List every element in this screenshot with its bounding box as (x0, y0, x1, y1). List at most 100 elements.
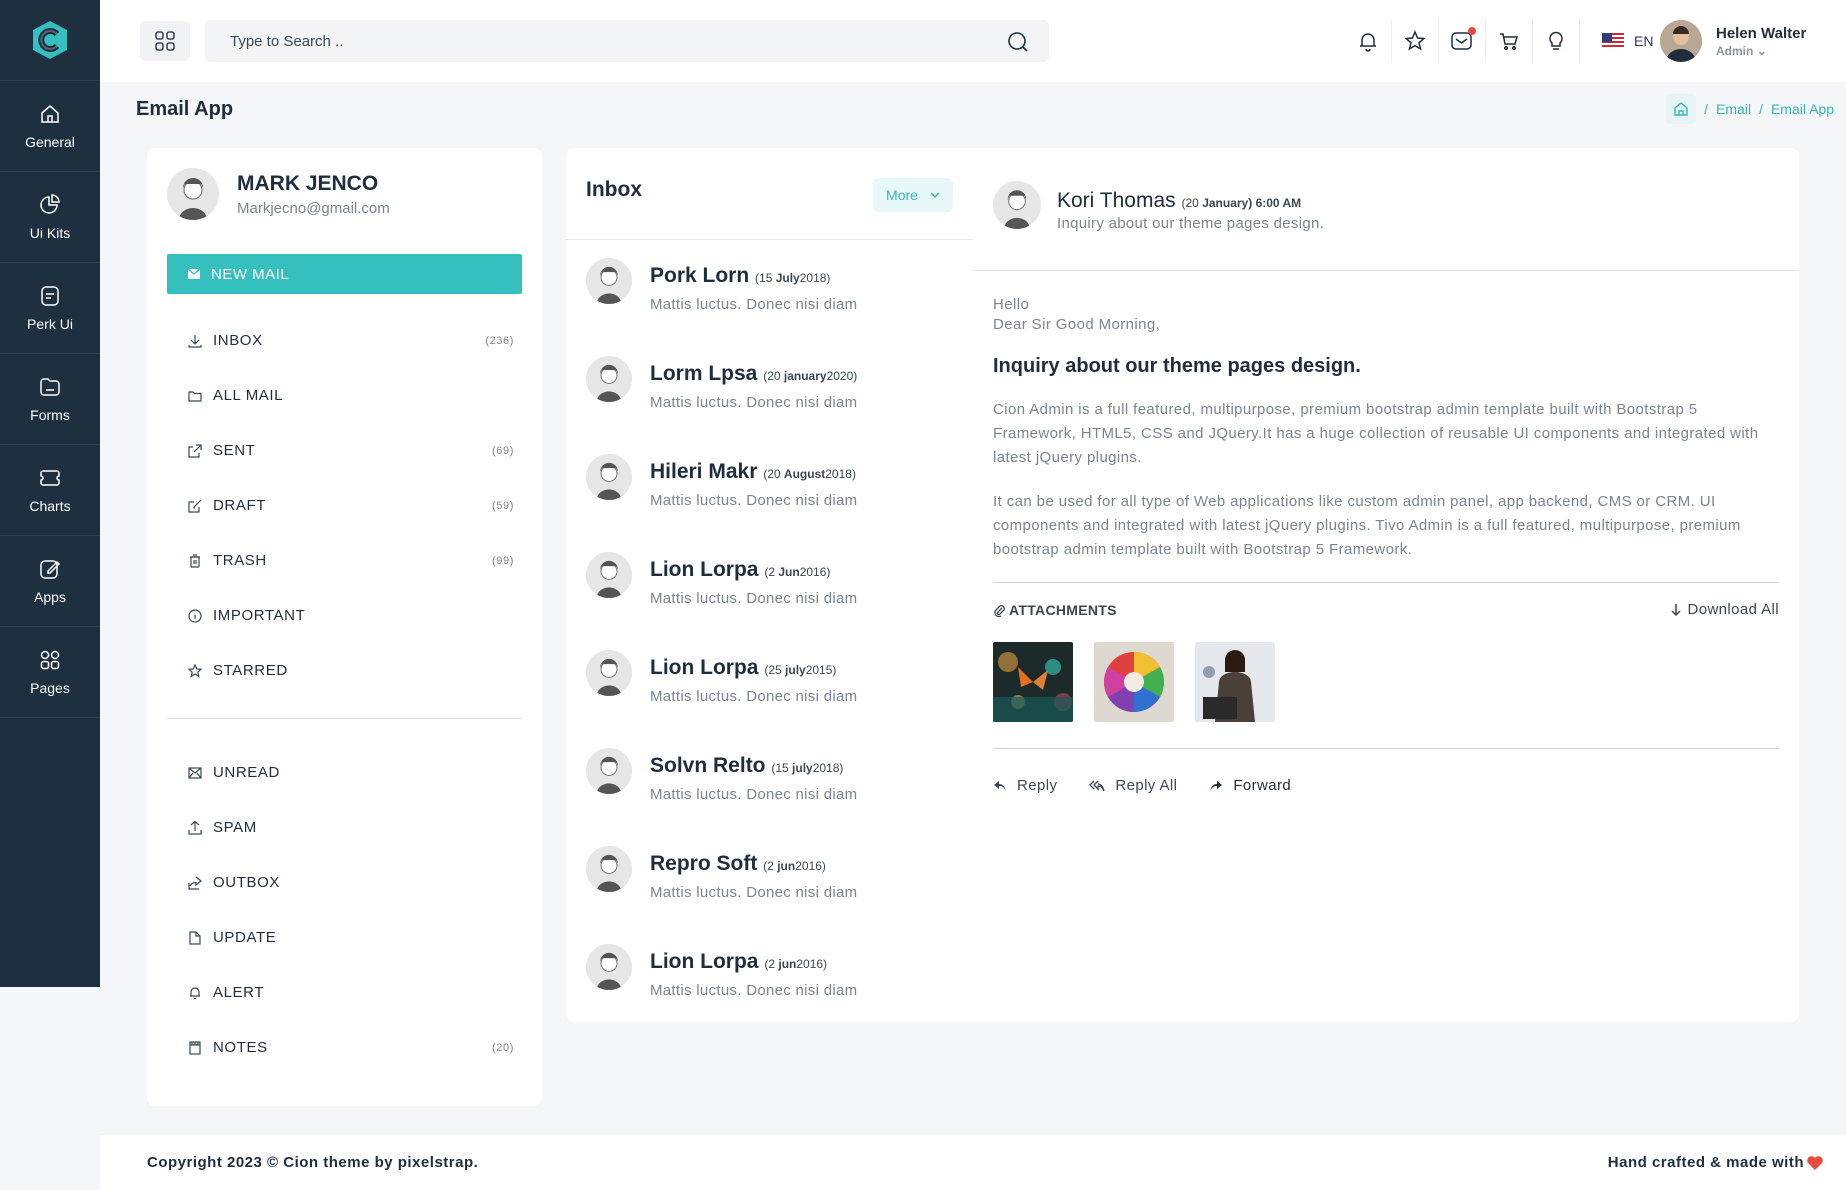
sender-name: Kori Thomas (1057, 189, 1176, 212)
folder-all-mail[interactable]: ALL MAIL (167, 368, 522, 423)
folder-update[interactable]: UPDATE (167, 910, 522, 965)
attachment-office-photo[interactable] (1195, 642, 1275, 722)
sidebar-item-label: Perk Ui (27, 316, 73, 332)
folder-spam[interactable]: SPAM (167, 800, 522, 855)
lightbulb-icon (1549, 31, 1563, 50)
language-selector[interactable]: EN (1580, 20, 1663, 62)
folder-draft[interactable]: DRAFT (59) (167, 478, 522, 533)
attachment-color-wheel[interactable] (1094, 642, 1174, 722)
mail-actions: Reply Reply All Forward (993, 777, 1779, 794)
mail-list-item[interactable]: Solvn Relto (15 july2018) Mattis luctus. … (586, 748, 966, 846)
mail-sender-avatar (586, 748, 632, 794)
folder-inbox[interactable]: INBOX (236) (167, 313, 522, 368)
sidebar-item-label: Forms (30, 407, 70, 423)
mail-list-item[interactable]: Lion Lorpa (2 Jun2016) Mattis luctus. Don… (586, 552, 966, 650)
mail-title: Inquiry about our theme pages design. (993, 355, 1361, 377)
inbox-title: Inbox (586, 178, 642, 201)
messages-button[interactable] (1439, 20, 1486, 62)
mail-snippet: Mattis luctus. Donec nisi diam (650, 394, 858, 411)
mail-list-item[interactable]: Repro Soft (2 jun2016) Mattis luctus. Don… (586, 846, 966, 944)
ticket-icon (40, 470, 60, 486)
mail-list-item[interactable]: Lion Lorpa (2 jun2016) Mattis luctus. Don… (586, 944, 966, 1042)
folder-starred[interactable]: STARRED (167, 643, 522, 698)
home-icon (41, 105, 59, 123)
user-menu[interactable]: Helen Walter Admin ⌄ (1660, 20, 1806, 62)
mail-list-item[interactable]: Hileri Makr (20 August2018) Mattis luctus… (586, 454, 966, 552)
folder-count: (69) (492, 444, 514, 457)
sidebar-item-pages[interactable]: Pages (0, 627, 100, 718)
star-icon (187, 663, 203, 678)
search-bar[interactable]: Type to Search .. (205, 20, 1049, 62)
mail-icon (188, 766, 202, 779)
breadcrumb-home[interactable] (1666, 94, 1697, 124)
edit-icon (188, 499, 202, 513)
folder-label: SENT (213, 442, 256, 459)
mail-snippet: Mattis luctus. Donec nisi diam (650, 688, 858, 705)
sidebar-item-charts[interactable]: Charts (0, 445, 100, 536)
folder-icon (188, 390, 202, 402)
sidebar-item-ui-kits[interactable]: Ui Kits (0, 172, 100, 263)
folder-list: INBOX (236) ALL MAIL SENT (69) DRAFT (59) TRASH… (167, 313, 522, 1075)
cart-button[interactable] (1486, 20, 1533, 62)
external-link-icon (188, 443, 202, 458)
folder-important[interactable]: IMPORTANT (167, 588, 522, 643)
mail-sender-name: Lion Lorpa (650, 950, 759, 973)
reply-all-button[interactable]: Reply All (1089, 777, 1177, 794)
mail-list-item[interactable]: Lorm Lpsa (20 january2020) Mattis luctus.… (586, 356, 966, 454)
attachment-thumbnails (993, 642, 1779, 722)
profile: MARK JENCO Markjecno@gmail.com (167, 168, 390, 220)
mail-sender-name: Lion Lorpa (650, 558, 759, 581)
forward-button[interactable]: Forward (1209, 777, 1291, 794)
cart-icon (1500, 33, 1518, 50)
mail-sender-name: Hileri Makr (650, 460, 758, 483)
breadcrumb-email[interactable]: Email (1716, 101, 1751, 117)
folder-notes[interactable]: NOTES (20) (167, 1020, 522, 1075)
new-mail-button[interactable]: NEW MAIL (167, 254, 522, 294)
folder-outbox[interactable]: OUTBOX (167, 855, 522, 910)
notification-button[interactable] (1345, 20, 1392, 62)
bookmark-button[interactable] (1392, 20, 1439, 62)
search-icon[interactable] (1007, 31, 1029, 53)
sidebar-item-forms[interactable]: Forms (0, 354, 100, 445)
download-icon (188, 334, 202, 348)
sidebar-item-general[interactable]: General (0, 81, 100, 172)
mail-paragraph-2: It can be used for all type of Web appli… (993, 493, 1741, 558)
mail-date: (2 Jun2016) (764, 565, 831, 579)
user-name: Helen Walter (1716, 24, 1807, 42)
profile-name: MARK JENCO (237, 171, 379, 195)
more-dropdown[interactable]: More (873, 178, 953, 212)
folder-label: OUTBOX (213, 874, 280, 891)
notification-dot (1468, 27, 1476, 35)
trash-icon (190, 553, 200, 568)
mail-list-item[interactable]: Pork Lorn (15 July2018) Mattis luctus. Do… (586, 258, 966, 356)
sidebar: General Ui Kits Perk Ui Forms Charts Apps Page… (0, 0, 100, 987)
breadcrumb-email-app[interactable]: Email App (1771, 101, 1834, 117)
folder-trash[interactable]: TRASH (99) (167, 533, 522, 588)
folder-alert[interactable]: ALERT (167, 965, 522, 1020)
paperclip-icon (994, 604, 1005, 617)
sidebar-item-perk-ui[interactable]: Perk Ui (0, 263, 100, 354)
theme-toggle-button[interactable] (1533, 20, 1580, 62)
mail-snippet: Mattis luctus. Donec nisi diam (650, 296, 858, 313)
download-all-link[interactable]: Download All (1671, 601, 1779, 618)
search-input[interactable]: Type to Search .. (230, 33, 343, 50)
sidebar-item-apps[interactable]: Apps (0, 536, 100, 627)
folder-sent[interactable]: SENT (69) (167, 423, 522, 478)
notes-icon (189, 1040, 201, 1055)
download-all-label: Download All (1687, 601, 1779, 618)
mail-list-item[interactable]: Lion Lorpa (25 july2015) Mattis luctus. D… (586, 650, 966, 748)
app-logo[interactable] (0, 0, 100, 81)
share-icon (188, 876, 202, 890)
folder-unread[interactable]: UNREAD (167, 745, 522, 800)
mail-sender-name: Lion Lorpa (650, 656, 759, 679)
folder-label: IMPORTANT (213, 607, 306, 624)
home-icon (1674, 102, 1688, 116)
reply-button[interactable]: Reply (993, 777, 1057, 794)
profile-avatar (167, 168, 219, 220)
mail-sender-name: Lorm Lpsa (650, 362, 758, 385)
app-grid-button[interactable] (140, 21, 190, 61)
attachment-butterfly[interactable] (993, 642, 1073, 722)
mail-date: (2 jun2016) (764, 957, 828, 971)
folder-count: (20) (492, 1041, 514, 1054)
mail-sender-avatar (586, 944, 632, 990)
